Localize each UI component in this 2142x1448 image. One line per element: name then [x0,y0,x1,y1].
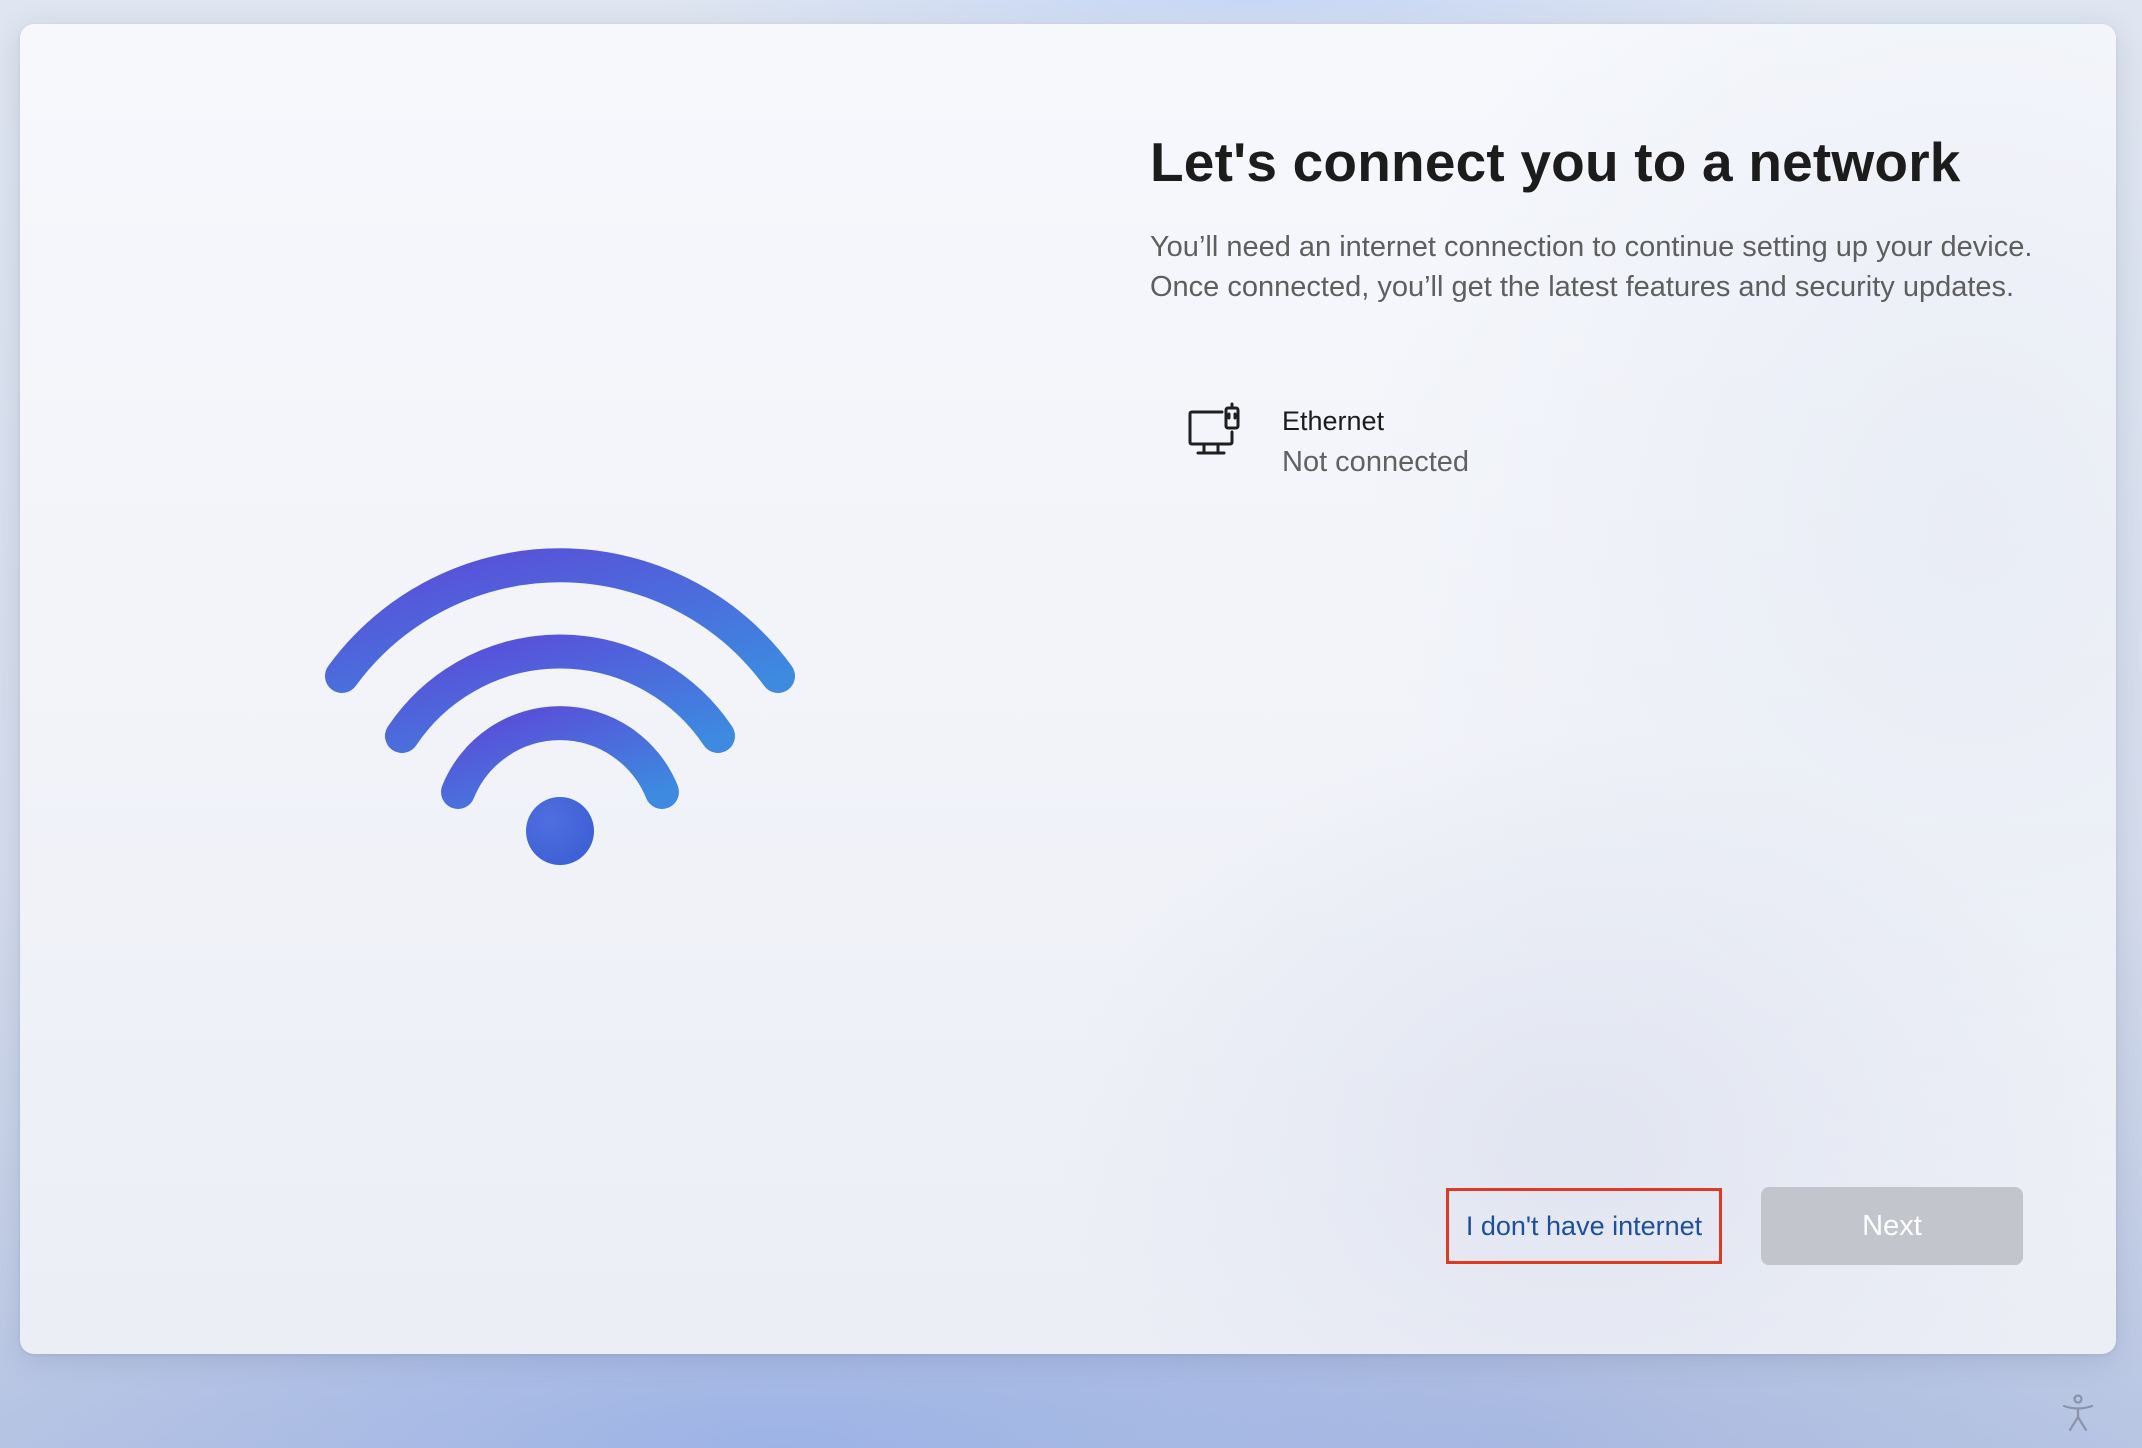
page-description: You’ll need an internet connection to co… [1150,231,2033,303]
ethernet-monitor-icon [1188,402,1240,455]
no-internet-link[interactable]: I don't have internet [1446,1188,1722,1264]
next-button[interactable]: Next [1761,1187,2023,1265]
network-list-item-ethernet[interactable]: Ethernet Not connected [1188,396,1588,486]
wifi-icon [325,548,795,865]
network-status: Not connected [1282,446,1470,478]
illustration-panel [20,24,1080,1354]
page-title: Let's connect you to a network [1150,131,1961,193]
accessibility-icon[interactable] [2060,1393,2096,1433]
network-name: Ethernet [1282,406,1385,436]
setup-dialog: Let's connect you to a network You’ll ne… [20,24,2116,1354]
